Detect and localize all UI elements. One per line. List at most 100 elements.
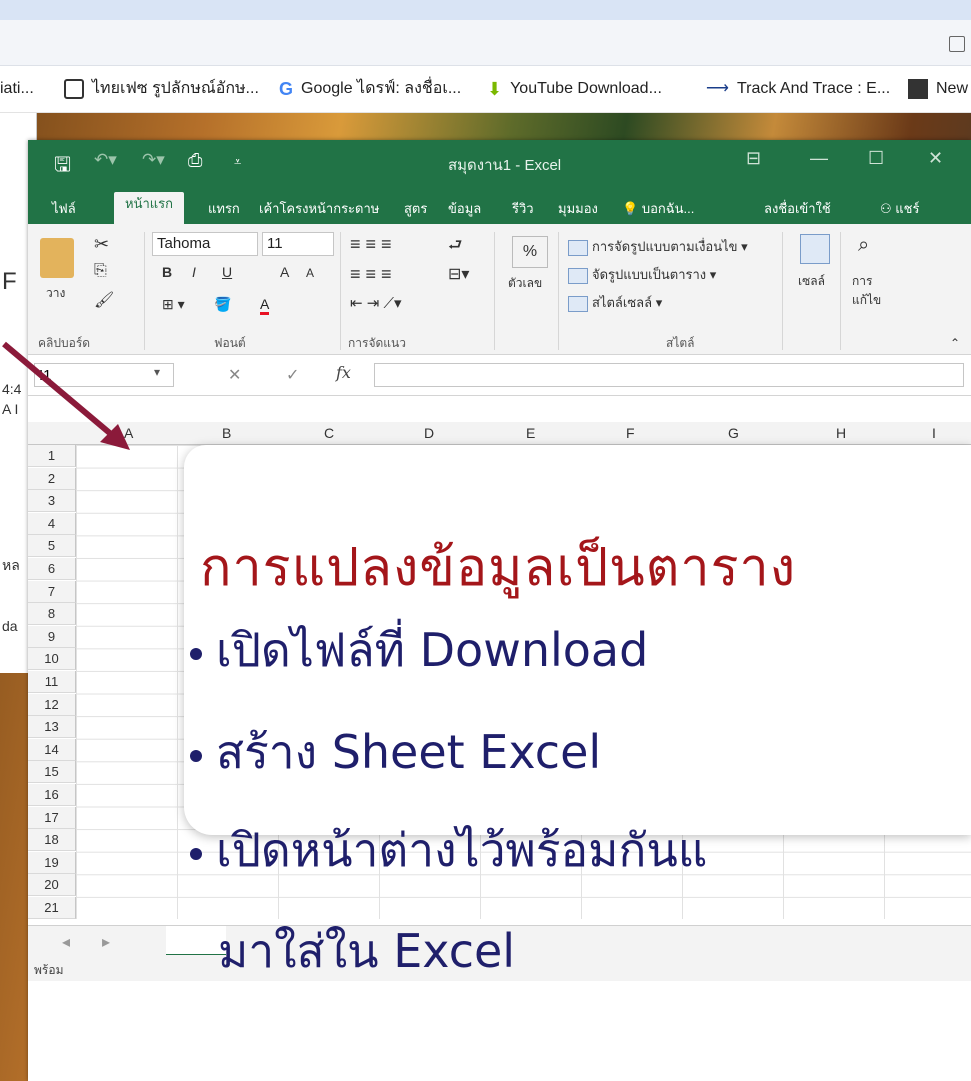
- bookmark-item[interactable]: G Google ไดรฟ์: ลงชื่อเ...: [279, 66, 461, 112]
- font-size-box[interactable]: 11: [262, 232, 334, 256]
- insert-function-button[interactable]: fx: [336, 363, 351, 382]
- cells-icon[interactable]: [800, 234, 830, 264]
- save-icon[interactable]: 🖫: [54, 150, 71, 184]
- row-header[interactable]: 9: [28, 625, 76, 648]
- column-header[interactable]: B: [222, 425, 231, 441]
- row-header[interactable]: 18: [28, 829, 76, 852]
- customize-qat-icon[interactable]: ⩡: [234, 154, 241, 170]
- minimize-button[interactable]: —: [810, 148, 828, 169]
- row-header[interactable]: 20: [28, 874, 76, 897]
- paste-button[interactable]: วาง: [46, 284, 65, 303]
- share-button[interactable]: ⚇ แชร์: [880, 198, 919, 219]
- undo-icon[interactable]: ↶▾: [94, 150, 117, 170]
- row-header[interactable]: 14: [28, 738, 76, 761]
- row-header[interactable]: 17: [28, 806, 76, 829]
- separator: [782, 232, 783, 350]
- conditional-formatting-button[interactable]: การจัดรูปแบบตามเงื่อนไข ▾: [568, 236, 748, 257]
- tab-home[interactable]: หน้าแรก: [114, 192, 184, 224]
- column-header[interactable]: F: [626, 425, 635, 441]
- row-header[interactable]: 6: [28, 558, 76, 580]
- format-as-table-button[interactable]: จัดรูปแบบเป็นตาราง ▾: [568, 264, 716, 285]
- tab-data[interactable]: ข้อมูล: [448, 198, 481, 219]
- bold-button[interactable]: B: [162, 264, 172, 280]
- merge-center-icon[interactable]: ⊟▾: [448, 264, 469, 284]
- prev-sheet-icon[interactable]: ◂: [62, 932, 70, 951]
- close-button[interactable]: ✕: [928, 148, 943, 169]
- collapse-ribbon-icon[interactable]: ⌃: [950, 336, 960, 350]
- grow-font-button[interactable]: A: [280, 264, 289, 280]
- row-header[interactable]: 15: [28, 761, 76, 784]
- column-header[interactable]: G: [728, 425, 739, 441]
- print-preview-icon[interactable]: ⎙: [188, 150, 202, 171]
- maximize-button[interactable]: ☐: [868, 148, 884, 169]
- borders-icon[interactable]: ⊞ ▾: [162, 296, 185, 313]
- tab-file[interactable]: ไฟล์: [52, 198, 76, 219]
- cut-icon[interactable]: ✂: [94, 234, 109, 255]
- sign-in-link[interactable]: ลงชื่อเข้าใช้: [764, 198, 831, 219]
- fill-color-icon[interactable]: 🪣: [214, 296, 231, 313]
- redo-icon[interactable]: ↷▾: [142, 150, 165, 170]
- bookmark-item[interactable]: ไทยเฟซ รูปลักษณ์อักษ...: [64, 66, 259, 112]
- row-header[interactable]: 5: [28, 535, 76, 558]
- ribbon-display-icon[interactable]: ⊟: [746, 148, 761, 169]
- enter-icon[interactable]: ✓: [286, 365, 299, 384]
- underline-button[interactable]: U: [222, 264, 232, 280]
- row-header[interactable]: 7: [28, 580, 76, 603]
- cells-button[interactable]: เซลล์: [798, 272, 825, 291]
- cancel-icon[interactable]: ✕: [228, 365, 241, 384]
- bookmark-item[interactable]: ⬇ YouTube Download...: [487, 66, 662, 112]
- sheet-tab[interactable]: [166, 926, 226, 957]
- formula-input[interactable]: [374, 363, 964, 387]
- column-header[interactable]: C: [324, 425, 334, 441]
- next-sheet-icon[interactable]: ▸: [102, 932, 110, 951]
- column-header[interactable]: E: [526, 425, 535, 441]
- column-header[interactable]: I: [932, 425, 936, 441]
- row-header[interactable]: 3: [28, 490, 76, 513]
- lightbulb-icon: 💡: [622, 201, 639, 216]
- row-header[interactable]: 4: [28, 512, 76, 535]
- percent-style-button[interactable]: %: [512, 236, 548, 268]
- slide-bullet: สร้าง Sheet Excel: [190, 716, 601, 789]
- cell-styles-button[interactable]: สไตล์เซลล์ ▾: [568, 292, 662, 313]
- search-icon[interactable]: ⌕: [858, 234, 869, 257]
- align-left-icon[interactable]: ≡ ≡ ≡: [350, 264, 392, 285]
- row-header[interactable]: 12: [28, 693, 76, 716]
- google-icon: G: [279, 79, 294, 99]
- tab-page-layout[interactable]: เค้าโครงหน้ากระดาษ: [259, 198, 379, 219]
- share-icon[interactable]: [949, 36, 965, 52]
- tab-review[interactable]: รีวิว: [512, 198, 534, 219]
- row-header[interactable]: 10: [28, 648, 76, 671]
- font-name-box[interactable]: Tahoma: [152, 232, 258, 256]
- indent-icon[interactable]: ⇤ ⇥ ⟋▾: [350, 294, 402, 312]
- row-header[interactable]: 16: [28, 784, 76, 806]
- row-header[interactable]: 8: [28, 603, 76, 626]
- formula-bar: I1 ▾ ✕ ✓ fx: [28, 355, 971, 396]
- tab-formulas[interactable]: สูตร: [404, 198, 427, 219]
- bookmarks-bar: iati... ไทยเฟซ รูปลักษณ์อักษ... G Google …: [0, 66, 971, 113]
- align-top-icon[interactable]: ≡ ≡ ≡: [350, 234, 392, 255]
- font-color-button[interactable]: A: [260, 296, 270, 315]
- italic-button[interactable]: I: [192, 264, 196, 280]
- number-format-label[interactable]: ตัวเลข: [508, 274, 542, 293]
- row-header[interactable]: 19: [28, 851, 76, 874]
- bookmark-item[interactable]: New: [908, 66, 968, 112]
- format-painter-icon[interactable]: 🖌: [94, 290, 114, 310]
- column-header[interactable]: H: [836, 425, 846, 441]
- browser-titlebar: [0, 0, 971, 20]
- copy-icon[interactable]: ⎘: [94, 262, 107, 280]
- row-header[interactable]: 13: [28, 716, 76, 739]
- tab-view[interactable]: มุมมอง: [558, 198, 598, 219]
- row-header[interactable]: 21: [28, 897, 76, 919]
- bookmark-item[interactable]: iati...: [0, 66, 34, 112]
- paste-icon[interactable]: [40, 238, 74, 278]
- download-icon: ⬇: [487, 79, 503, 99]
- shrink-font-button[interactable]: A: [306, 266, 314, 280]
- column-header[interactable]: D: [424, 425, 434, 441]
- tell-me-search[interactable]: 💡 บอกฉัน...: [622, 198, 694, 219]
- pointer-arrow-icon: [2, 341, 130, 450]
- row-header[interactable]: 11: [28, 671, 76, 693]
- editing-button[interactable]: การ แก้ไข: [852, 272, 896, 310]
- bookmark-item[interactable]: ⟶ Track And Trace : E...: [706, 66, 890, 112]
- wrap-text-icon[interactable]: ⮐: [448, 234, 462, 261]
- tab-insert[interactable]: แทรก: [208, 198, 240, 219]
